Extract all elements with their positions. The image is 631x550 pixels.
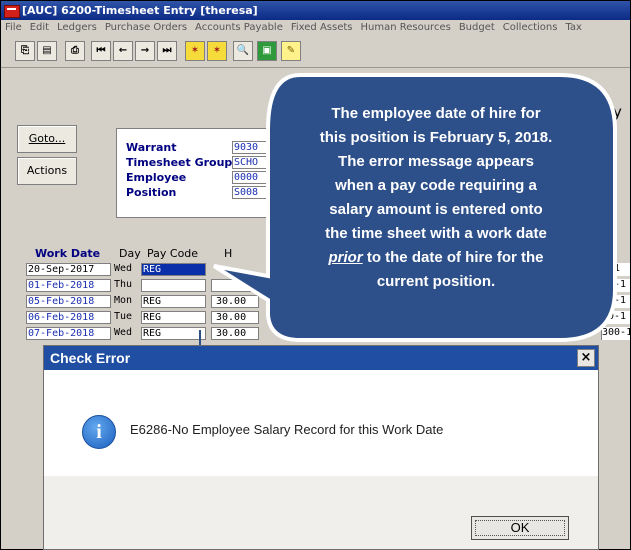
last-record-icon[interactable]: ⏭ (157, 41, 177, 61)
day-cell: Mon (114, 295, 133, 306)
position-field[interactable]: S008 (232, 186, 272, 199)
goto-button[interactable]: Goto... (17, 125, 77, 153)
pay-code-header: Pay Code (147, 247, 199, 260)
work-date-cell[interactable]: 01-Feb-2018 (26, 279, 111, 292)
menu-bar: File Edit Ledgers Purchase Orders Accounts P… (1, 20, 630, 37)
day-header: Day (119, 247, 141, 260)
callout-line: The employee date of hire for (331, 105, 541, 122)
hours-cell[interactable]: 30.00 (211, 311, 259, 324)
employee-field[interactable]: 0000 (232, 171, 272, 184)
copy-icon[interactable]: ⎘ (15, 41, 35, 61)
info-icon: i (82, 415, 116, 449)
dialog-title: Check Error (50, 350, 131, 366)
paste-icon[interactable]: ▤ (37, 41, 57, 61)
callout-line: when a pay code requiring a (335, 177, 537, 194)
table-row: 06-Feb-2018 Tue REG 30.00 (26, 311, 286, 324)
work-date-cell[interactable]: 05-Feb-2018 (26, 295, 111, 308)
app-icon (4, 5, 20, 18)
menu-accounts-payable[interactable]: Accounts Payable (191, 20, 287, 33)
work-date-header: Work Date (35, 247, 101, 260)
work-date-cell[interactable]: 20-Sep-2017 (26, 263, 111, 276)
pay-code-cell[interactable] (141, 279, 206, 292)
menu-edit[interactable]: Edit (26, 20, 53, 33)
account-cell[interactable]: 300-1 (601, 327, 630, 340)
table-row: 05-Feb-2018 Mon REG 30.00 (26, 295, 286, 308)
prev-record-icon[interactable]: ← (113, 41, 133, 61)
day-cell: Thu (114, 279, 133, 290)
callout-line: prior to the date of hire for the (278, 246, 594, 270)
callout-line: the time sheet with a work date (325, 225, 547, 242)
window-title: [AUC] 6200-Timesheet Entry [theresa] (22, 4, 258, 17)
menu-purchase-orders[interactable]: Purchase Orders (101, 20, 191, 33)
error-message: E6286-No Employee Salary Record for this… (130, 422, 444, 437)
account-cell[interactable]: 00-1 (601, 279, 630, 292)
account-cell[interactable]: 00-1 (601, 295, 630, 308)
partial-label-glyph: y (613, 103, 622, 121)
find-icon[interactable]: ✶ (185, 41, 205, 61)
callout-line: this position is February 5, 2018. (319, 129, 553, 146)
timesheet-group-field[interactable]: SCHO (232, 156, 272, 169)
next-record-icon[interactable]: → (135, 41, 155, 61)
menu-ledgers[interactable]: Ledgers (53, 20, 101, 33)
callout-line: The error message appears (338, 153, 534, 170)
dialog-title-bar: Check Error × (44, 346, 598, 370)
day-cell: Wed (114, 263, 133, 274)
callout-emphasis: prior (328, 249, 363, 266)
pay-code-cell[interactable]: REG (141, 295, 206, 308)
close-icon[interactable]: × (577, 349, 595, 367)
day-cell: Wed (114, 327, 133, 338)
table-row: 01-Feb-2018 Thu (26, 279, 286, 292)
timesheet-group-label: Timesheet Group (126, 156, 233, 169)
hours-cell[interactable]: 30.00 (211, 295, 259, 308)
toolbar: ⎘ ▤ ⎙ ⏮ ← → ⏭ ✶ ✶ 🔍 ▣ ✎ (1, 37, 630, 68)
title-bar: [AUC] 6200-Timesheet Entry [theresa] (1, 1, 630, 20)
print-icon[interactable]: ⎙ (65, 41, 85, 61)
position-label: Position (126, 186, 177, 199)
check-error-dialog: Check Error × i E6286-No Employee Salary… (43, 345, 599, 550)
pay-code-cell[interactable]: REG (141, 311, 206, 324)
save-icon[interactable]: ✶ (207, 41, 227, 61)
callout-text: The employee date of hire for this posit… (278, 102, 594, 294)
note-icon[interactable]: ✎ (281, 41, 301, 61)
pay-code-cell[interactable]: REG (141, 263, 206, 276)
menu-tax[interactable]: Tax (561, 20, 586, 33)
table-row: 07-Feb-2018 Wed REG 30.00 (26, 327, 286, 340)
ok-button[interactable]: OK (471, 516, 569, 540)
menu-human-resources[interactable]: Human Resources (357, 20, 455, 33)
pay-code-cell[interactable]: REG (141, 327, 206, 340)
account-cell[interactable]: 0-1 (601, 263, 630, 276)
day-cell: Tue (114, 311, 133, 322)
first-record-icon[interactable]: ⏮ (91, 41, 111, 61)
warrant-label: Warrant (126, 141, 177, 154)
work-date-cell[interactable]: 07-Feb-2018 (26, 327, 111, 340)
hours-header: H (224, 247, 233, 260)
actions-button[interactable]: Actions (17, 157, 77, 185)
export-icon[interactable]: ▣ (257, 41, 277, 61)
menu-budget[interactable]: Budget (455, 20, 499, 33)
employee-label: Employee (126, 171, 187, 184)
warrant-field[interactable]: 9030 (232, 141, 272, 154)
callout-line-rest: to the date of hire for the (362, 249, 544, 266)
callout-line: salary amount is entered onto (329, 201, 543, 218)
dialog-footer: OK (44, 476, 598, 549)
callout-line: current position. (376, 273, 496, 290)
hours-cell[interactable] (211, 279, 259, 292)
menu-file[interactable]: File (1, 20, 26, 33)
work-date-cell[interactable]: 06-Feb-2018 (26, 311, 111, 324)
menu-fixed-assets[interactable]: Fixed Assets (287, 20, 357, 33)
hours-cell[interactable]: 30.00 (211, 327, 259, 340)
timesheet-header-panel: Warrant 9030 Timesheet Group SCHO Employ… (116, 128, 272, 218)
account-cell[interactable]: 00-1 (601, 311, 630, 324)
search-icon[interactable]: 🔍 (233, 41, 253, 61)
dialog-body: i E6286-No Employee Salary Record for th… (44, 370, 598, 476)
menu-collections[interactable]: Collections (499, 20, 562, 33)
table-row: 20-Sep-2017 Wed REG (26, 263, 286, 276)
